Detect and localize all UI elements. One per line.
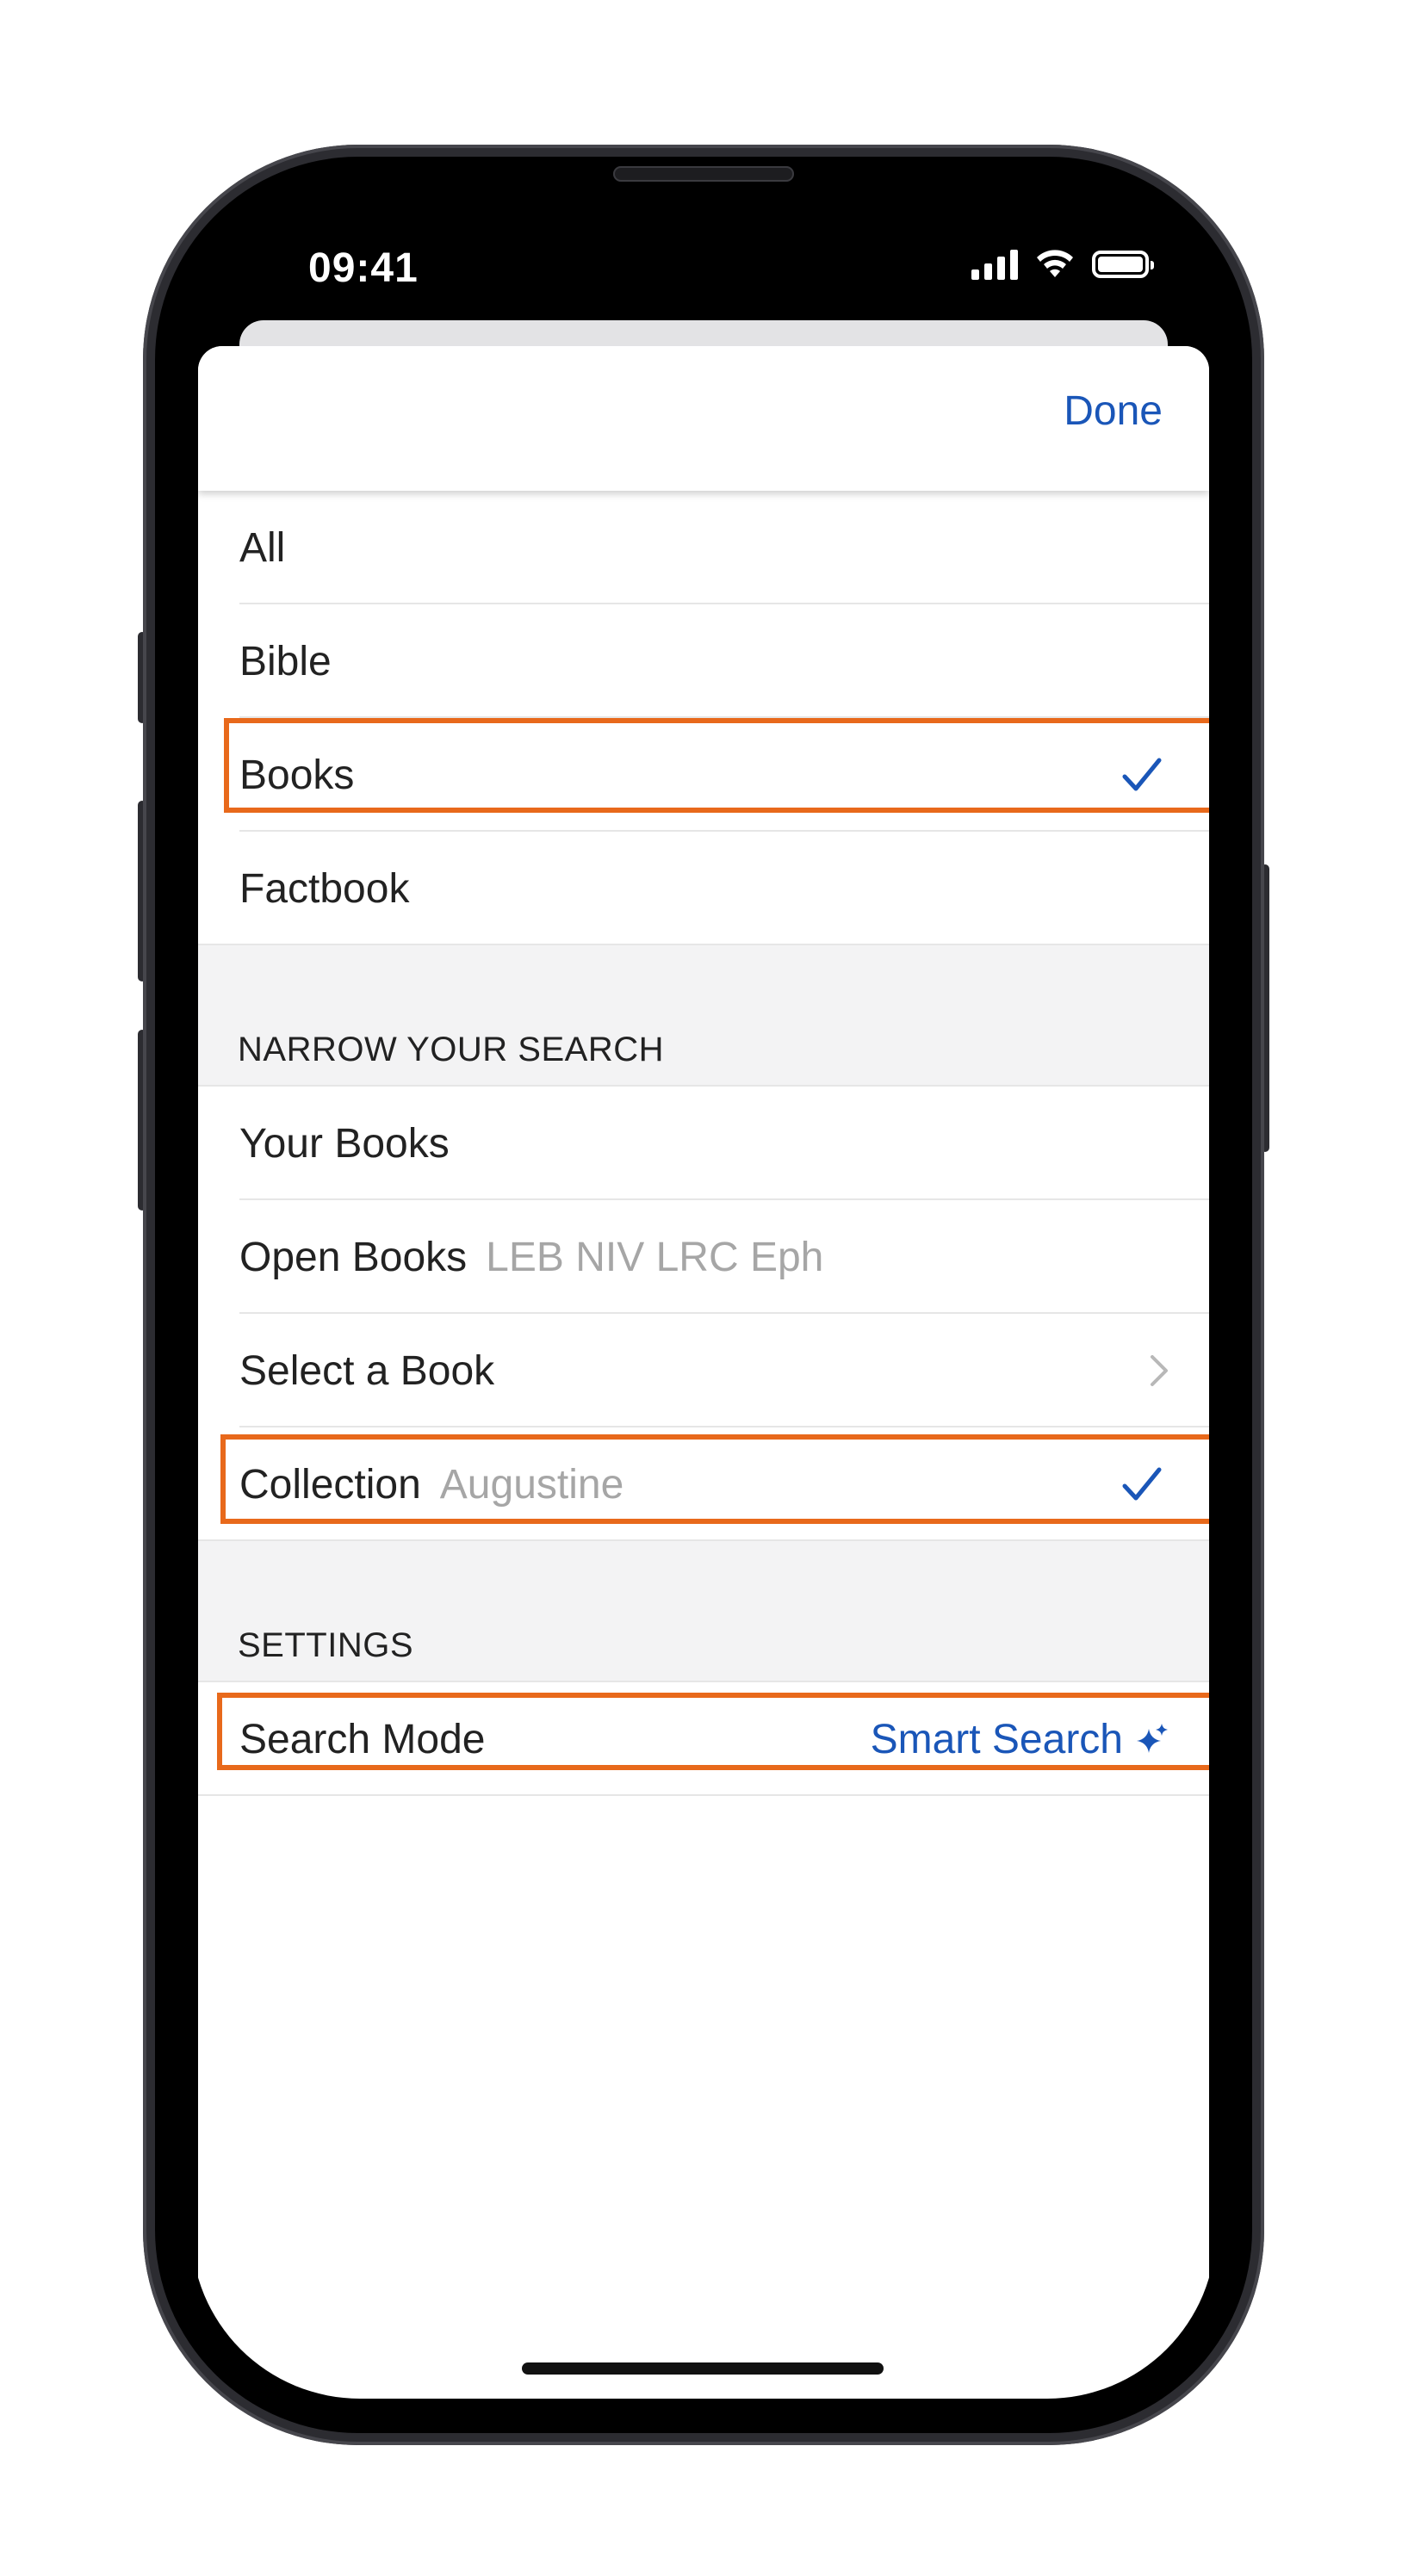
option-factbook[interactable]: Factbook bbox=[198, 832, 1209, 945]
home-indicator bbox=[522, 2362, 884, 2375]
wifi-icon bbox=[1037, 250, 1073, 277]
section-title: NARROW YOUR SEARCH bbox=[238, 1031, 664, 1068]
cellular-signal-icon bbox=[971, 249, 1018, 280]
status-icons bbox=[971, 248, 1154, 281]
option-label: Books bbox=[239, 752, 355, 798]
search-scope-sheet: Done All Bible Books Factbook NARROW YOU… bbox=[198, 346, 1209, 2399]
section-header-narrow: NARROW YOUR SEARCH bbox=[198, 945, 1209, 1087]
option-collection[interactable]: Collection Augustine bbox=[198, 1427, 1209, 1541]
status-time: 09:41 bbox=[308, 245, 419, 291]
sheet-header: Done bbox=[198, 346, 1209, 491]
search-mode-value-label: Smart Search bbox=[870, 1716, 1123, 1762]
phone-screen: 09:41 Done All Bible Books Factbook NARR… bbox=[191, 191, 1216, 2399]
option-select-book[interactable]: Select a Book bbox=[198, 1314, 1209, 1427]
open-books-list: LEB NIV LRC Eph bbox=[486, 1234, 824, 1280]
option-label: Search Mode bbox=[239, 1716, 486, 1762]
option-your-books[interactable]: Your Books bbox=[198, 1087, 1209, 1200]
option-label: Collection bbox=[239, 1461, 421, 1508]
section-header-settings: SETTINGS bbox=[198, 1541, 1209, 1682]
checkmark-icon bbox=[1121, 756, 1163, 794]
sheet-content: All Bible Books Factbook NARROW YOUR SEA… bbox=[198, 491, 1209, 1796]
option-all[interactable]: All bbox=[198, 491, 1209, 604]
done-button[interactable]: Done bbox=[1064, 387, 1163, 435]
option-open-books[interactable]: Open Books LEB NIV LRC Eph bbox=[198, 1200, 1209, 1314]
option-label: Select a Book bbox=[239, 1347, 495, 1394]
chevron-right-icon bbox=[1149, 1353, 1169, 1388]
option-bible[interactable]: Bible bbox=[198, 604, 1209, 718]
option-label: Open Books bbox=[239, 1234, 468, 1280]
collection-name: Augustine bbox=[439, 1461, 624, 1508]
search-mode-row[interactable]: Search Mode Smart Search bbox=[198, 1682, 1209, 1796]
sparkle-icon bbox=[1137, 1724, 1168, 1753]
speaker-grille bbox=[613, 166, 794, 182]
checkmark-icon bbox=[1121, 1465, 1163, 1503]
section-title: SETTINGS bbox=[238, 1626, 414, 1664]
option-label: Your Books bbox=[239, 1120, 450, 1167]
search-mode-value[interactable]: Smart Search bbox=[871, 1716, 1169, 1763]
option-label: Bible bbox=[239, 638, 332, 684]
battery-icon bbox=[1092, 251, 1154, 278]
option-label: Factbook bbox=[239, 865, 410, 912]
option-books[interactable]: Books bbox=[198, 718, 1209, 832]
option-label: All bbox=[239, 524, 286, 571]
